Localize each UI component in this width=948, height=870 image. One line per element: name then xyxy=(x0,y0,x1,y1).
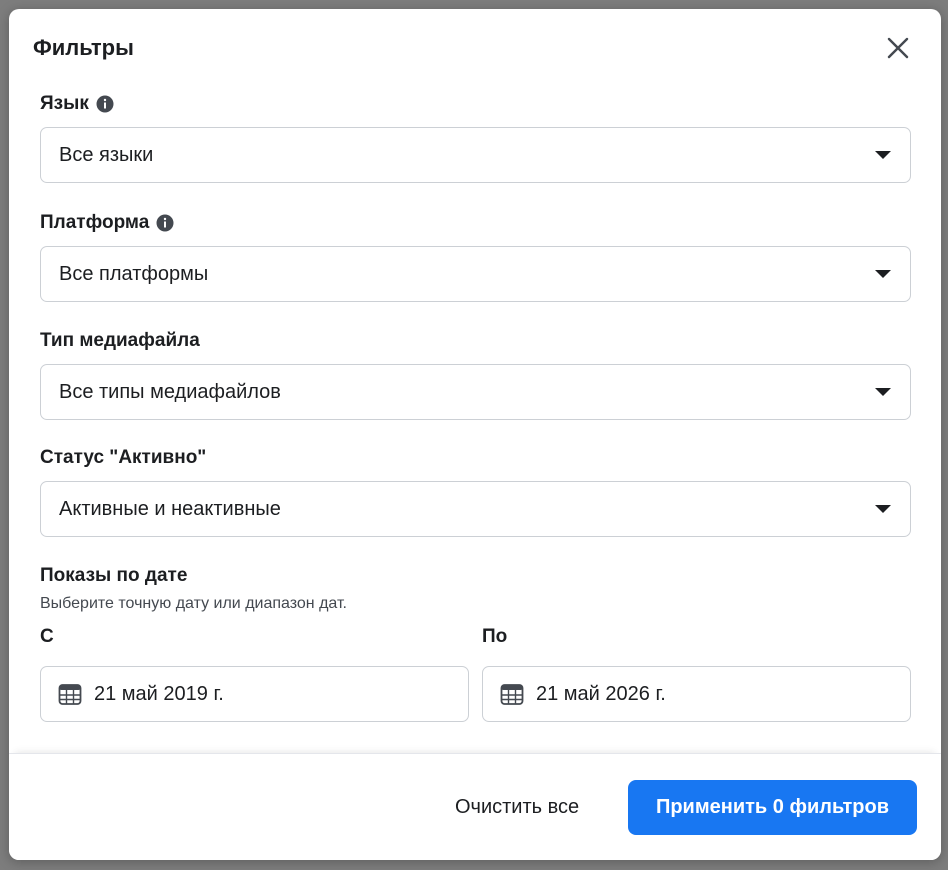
language-select[interactable]: Все языки xyxy=(40,127,911,183)
language-filter: Язык Все языки xyxy=(40,92,911,183)
media-type-label: Тип медиафайла xyxy=(40,330,200,351)
chevron-down-icon xyxy=(874,150,892,160)
date-label: Показы по дате xyxy=(40,565,188,586)
media-type-label-row: Тип медиафайла xyxy=(40,329,911,353)
date-label-row: Показы по дате xyxy=(40,564,911,588)
info-icon[interactable] xyxy=(156,214,174,232)
date-from-label: С xyxy=(40,626,54,647)
modal-header: Фильтры xyxy=(9,9,941,89)
date-hint: Выберите точную дату или диапазон дат. xyxy=(40,595,347,612)
media-type-filter: Тип медиафайла Все типы медиафайлов xyxy=(40,329,911,420)
calendar-icon xyxy=(500,682,524,706)
active-status-label: Статус "Активно" xyxy=(40,447,207,468)
platform-select[interactable]: Все платформы xyxy=(40,246,911,302)
chevron-down-icon xyxy=(874,504,892,514)
media-type-selected-value: Все типы медиафайлов xyxy=(59,380,281,403)
platform-label: Платформа xyxy=(40,212,150,233)
apply-filters-button[interactable]: Применить 0 фильтров xyxy=(628,780,917,835)
close-icon xyxy=(887,37,909,64)
close-button[interactable] xyxy=(881,33,915,67)
platform-label-row: Платформа xyxy=(40,211,911,235)
date-from-value: 21 май 2019 г. xyxy=(94,682,224,705)
date-to-column: По 21 май 2026 г. xyxy=(482,626,911,722)
platform-selected-value: Все платформы xyxy=(59,262,209,285)
date-from-column: С 21 май 2019 г. xyxy=(40,626,469,722)
date-to-value: 21 май 2026 г. xyxy=(536,682,666,705)
active-status-filter: Статус "Активно" Активные и неактивные xyxy=(40,446,911,537)
chevron-down-icon xyxy=(874,387,892,397)
media-type-select[interactable]: Все типы медиафайлов xyxy=(40,364,911,420)
active-status-selected-value: Активные и неактивные xyxy=(59,497,281,520)
platform-filter: Платформа Все платформы xyxy=(40,211,911,302)
date-filter: Показы по дате Выберите точную дату или … xyxy=(40,564,911,724)
filters-modal: Фильтры Язык Все языки Платформа Все пла… xyxy=(9,9,941,860)
date-to-input[interactable]: 21 май 2026 г. xyxy=(482,666,911,722)
active-status-select[interactable]: Активные и неактивные xyxy=(40,481,911,537)
modal-title: Фильтры xyxy=(33,35,134,60)
modal-footer: Очистить все Применить 0 фильтров xyxy=(9,753,941,860)
language-label-row: Язык xyxy=(40,92,911,116)
clear-all-button[interactable]: Очистить все xyxy=(439,780,595,834)
info-icon[interactable] xyxy=(96,95,114,113)
calendar-icon xyxy=(58,682,82,706)
chevron-down-icon xyxy=(874,269,892,279)
language-label: Язык xyxy=(40,93,89,114)
date-from-input[interactable]: 21 май 2019 г. xyxy=(40,666,469,722)
active-status-label-row: Статус "Активно" xyxy=(40,446,911,470)
date-to-label: По xyxy=(482,626,508,647)
language-selected-value: Все языки xyxy=(59,143,154,166)
